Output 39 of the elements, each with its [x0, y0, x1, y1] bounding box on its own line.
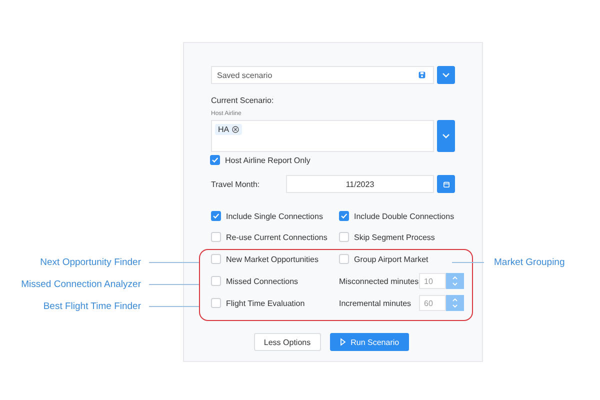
annotation-label: Market Grouping — [494, 256, 565, 268]
host-airline-select[interactable]: HA — [211, 120, 434, 152]
calendar-icon — [442, 180, 450, 188]
calendar-button[interactable] — [437, 175, 455, 193]
saved-scenario-field[interactable]: Saved scenario — [211, 66, 434, 84]
annotation-label: Next Opportunity Finder — [40, 256, 141, 268]
travel-month-field[interactable]: 11/2023 — [286, 175, 434, 193]
chevron-down-icon — [442, 72, 450, 78]
stepper-button[interactable] — [446, 273, 464, 289]
checkbox-label: Skip Segment Process — [354, 232, 435, 242]
dropdown-button[interactable] — [437, 120, 455, 152]
stepper-icon — [452, 275, 458, 287]
checkbox-label: Re-use Current Connections — [226, 232, 328, 242]
checkbox-label: Group Airport Market — [354, 254, 428, 264]
checkbox-label: Missed Connections — [226, 276, 298, 286]
checkbox-label: Host Airline Report Only — [225, 156, 310, 164]
checkbox[interactable] — [339, 211, 349, 221]
number-field[interactable]: 60 — [419, 295, 446, 311]
airline-chip: HA — [215, 124, 242, 135]
dropdown-button[interactable] — [437, 66, 455, 84]
field-label: Misconnected minutes — [339, 276, 419, 286]
annotation-label: Best Flight Time Finder — [43, 300, 141, 312]
number-field[interactable]: 10 — [419, 273, 446, 289]
checkbox[interactable] — [211, 211, 221, 221]
checkbox-label: Include Single Connections — [226, 212, 323, 220]
checkbox[interactable] — [210, 155, 220, 165]
play-icon — [340, 338, 346, 346]
stepper-icon — [452, 297, 458, 309]
field-label: Travel Month: — [211, 180, 261, 188]
field-label: Incremental minutes — [339, 298, 412, 308]
less-options-button[interactable]: Less Options — [254, 333, 321, 351]
stepper-button[interactable] — [446, 295, 464, 311]
section-heading: Current Scenario: — [211, 96, 275, 105]
checkbox-label: Flight Time Evaluation — [226, 298, 305, 308]
checkbox-label: New Market Opportunities — [226, 254, 318, 264]
chevron-down-icon — [442, 133, 450, 139]
checkbox-label: Include Double Connections — [354, 212, 454, 220]
remove-icon[interactable] — [232, 126, 240, 133]
annotation-label: Missed Connection Analyzer — [21, 278, 141, 290]
